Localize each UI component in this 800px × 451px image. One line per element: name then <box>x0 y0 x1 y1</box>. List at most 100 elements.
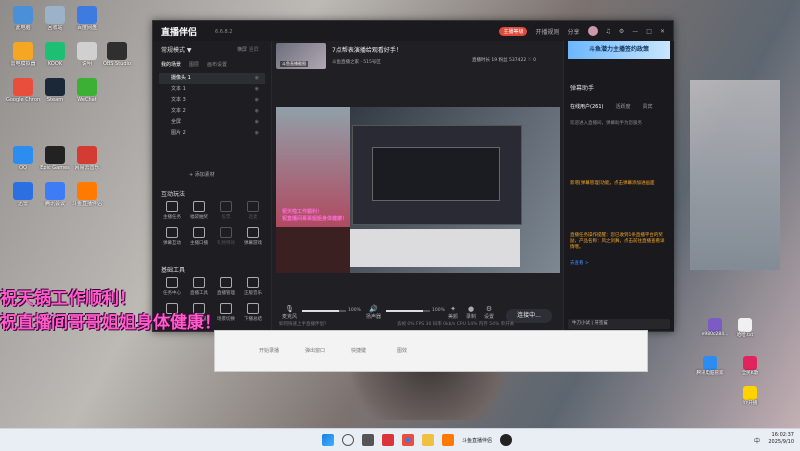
desktop-icon[interactable]: QQ <box>6 146 40 171</box>
promo-banner[interactable]: 斗鱼潜力主播签约政策 <box>568 41 670 59</box>
taskbar-app-label[interactable]: 斗鱼直播伴侣 <box>462 437 492 444</box>
desktop-icon[interactable]: Google Chrome <box>6 78 40 103</box>
mode-dropdown[interactable]: 常规模式 ▼ <box>161 45 192 54</box>
close-icon[interactable]: ✕ <box>660 28 665 35</box>
live-preview[interactable]: 祝天啦工作顺利！ 祝直播间哥哥姐姐身体健康！ <box>276 107 560 273</box>
desktop-icon[interactable]: YY开播 <box>735 386 765 406</box>
tool-button[interactable]: 弹幕游戏 <box>242 227 264 246</box>
folder-icon[interactable] <box>422 434 434 446</box>
landscape-toggle[interactable]: 横屏 竖屏 <box>237 46 259 53</box>
viewer-tab[interactable]: 活跃度 <box>615 103 630 110</box>
eye-icon[interactable]: ◉ <box>255 95 259 106</box>
desktop-icon[interactable]: 百度网盘 <box>70 6 104 31</box>
eye-icon[interactable]: ◉ <box>255 84 259 95</box>
desktop-icon[interactable]: e980c284... <box>700 318 730 337</box>
tool-button[interactable]: 连麦 <box>242 201 264 220</box>
upgrade-button[interactable]: 主播等级 <box>499 26 528 36</box>
desktop-icon-label: 全民K歌 <box>741 371 759 376</box>
scene-item[interactable]: 摄像头 1 ◉ <box>159 73 265 84</box>
desktop-icon[interactable]: 腾讯会议 <box>38 182 72 207</box>
live-cover[interactable]: 斗鱼直播截图 <box>276 43 326 69</box>
desktop-icon[interactable]: 网易云音乐 <box>70 146 104 171</box>
desktop-icon[interactable]: 说明 <box>70 42 104 67</box>
tool-button[interactable]: 弹幕互动 <box>161 227 183 246</box>
viewer-tab[interactable]: 贵宾 <box>642 103 652 110</box>
wps-icon[interactable] <box>382 434 394 446</box>
chrome-icon[interactable] <box>402 434 414 446</box>
obs-button[interactable]: 图效 <box>397 347 407 354</box>
tool-button[interactable]: 直播工具 <box>188 277 210 296</box>
settings-button[interactable]: ⚙ 设置 <box>484 305 494 320</box>
task-view-icon[interactable] <box>362 434 374 446</box>
scene-item[interactable]: 文本 3 ◉ <box>159 95 265 106</box>
tool-button[interactable]: 福袋抽奖 <box>188 201 210 220</box>
tool-label: 弹幕游戏 <box>244 241 262 246</box>
desktop-icon[interactable]: 回收站 <box>38 6 72 31</box>
live-title[interactable]: 7点帮表演播给观看好手！ <box>332 45 402 54</box>
obs-button[interactable]: 快捷键 <box>351 347 366 354</box>
tool-button[interactable]: 投票 <box>215 201 237 220</box>
chat-input[interactable]: 牛刀小试 | 牙签鲨 <box>568 319 670 329</box>
desktop-icon[interactable]: Epic Games <box>38 146 72 171</box>
headset-icon[interactable]: ♫ <box>606 28 611 35</box>
scene-item[interactable]: 图片 2 ◉ <box>159 128 265 139</box>
tool-button[interactable]: 主播任务 <box>161 201 183 220</box>
desktop-icon[interactable]: 迅雷 <box>6 182 40 207</box>
tool-button[interactable]: 任务中心 <box>161 277 183 296</box>
eye-icon[interactable]: ◉ <box>255 128 259 139</box>
desktop-icon[interactable]: WeChat <box>70 78 104 103</box>
ime-indicator[interactable]: 中 <box>754 436 760 445</box>
douyu-icon[interactable] <box>442 434 454 446</box>
tool-button[interactable]: 礼物特效 <box>215 227 237 246</box>
tool-button[interactable]: 直播管理 <box>215 277 237 296</box>
mic-slider[interactable] <box>302 310 346 312</box>
scene-item[interactable]: 全屏 ◉ <box>159 117 265 128</box>
desktop-icon[interactable]: Steam <box>38 78 72 103</box>
desktop-icon[interactable]: 全民K歌 <box>735 356 765 376</box>
desktop-icon[interactable]: OBS Studio <box>100 42 134 67</box>
desktop-icon-label: OBS Studio <box>103 61 131 67</box>
desktop-icon[interactable]: 雷电模拟器 <box>6 42 40 67</box>
avatar[interactable] <box>587 26 598 36</box>
guard-link[interactable]: 开播规则 <box>535 27 559 36</box>
maximize-icon[interactable]: □ <box>646 28 652 35</box>
speaker-slider[interactable] <box>386 310 430 312</box>
obs-button[interactable]: 弹出窗口 <box>305 347 325 354</box>
desktop-icon-label: 百度网盘 <box>76 25 97 31</box>
desktop-icon[interactable]: 腾讯电脑管家 <box>695 356 725 376</box>
desktop-icon[interactable]: 斗鱼直播伴侣 <box>70 182 104 207</box>
clock[interactable]: 16:02:37 2025/9/10 <box>768 432 794 446</box>
gear-icon[interactable]: ⚙ <box>619 28 624 35</box>
beauty-icon: ✦ <box>450 305 456 313</box>
chat-message[interactable]: 去查看 > <box>570 261 668 267</box>
eye-icon[interactable]: ◉ <box>255 117 259 128</box>
scene-tab[interactable]: 画布设置 <box>207 61 227 68</box>
search-icon[interactable] <box>342 434 354 446</box>
tool-button[interactable]: 主播口播 <box>188 227 210 246</box>
tool-icon <box>220 303 232 314</box>
share-button[interactable]: 分享 <box>568 27 580 36</box>
obs-button[interactable]: 开始录播 <box>259 347 279 354</box>
add-source-button[interactable]: + 添加素材 <box>189 171 215 178</box>
windows-start-icon[interactable] <box>322 434 334 446</box>
obs-taskbar-icon[interactable] <box>500 434 513 446</box>
scene-tab[interactable]: 我的场景 <box>161 61 181 68</box>
eye-icon[interactable]: ◉ <box>255 106 259 117</box>
scene-label: 文本 1 <box>171 86 186 92</box>
beauty-button[interactable]: ✦ 美颜 <box>448 305 458 320</box>
tool-button[interactable]: 正版音乐 <box>242 277 264 296</box>
live-category[interactable]: 斗鱼直播之家 · 515号区 <box>332 59 381 65</box>
eye-icon[interactable]: ◉ <box>255 73 259 84</box>
desktop-icon[interactable]: 此电脑 <box>6 6 40 31</box>
speaker-control[interactable]: 🔊 扬声器 <box>366 305 381 320</box>
minimize-icon[interactable]: — <box>632 28 638 35</box>
viewer-tab[interactable]: 在线用户(261) <box>570 103 603 110</box>
scene-item[interactable]: 文本 2 ◉ <box>159 106 265 117</box>
mic-control[interactable]: 🎙 麦克风 <box>282 305 297 320</box>
scene-tab[interactable]: 图层 <box>189 61 199 68</box>
desktop-icon[interactable]: KOOK <box>38 42 72 67</box>
scene-item[interactable]: 文本 1 ◉ <box>159 84 265 95</box>
record-button[interactable]: ● 录制 <box>466 305 476 320</box>
desktop-icon[interactable]: 哈哈.txt <box>730 318 760 338</box>
help-link[interactable]: 如何快速上手直播伴侣？ <box>279 321 329 327</box>
